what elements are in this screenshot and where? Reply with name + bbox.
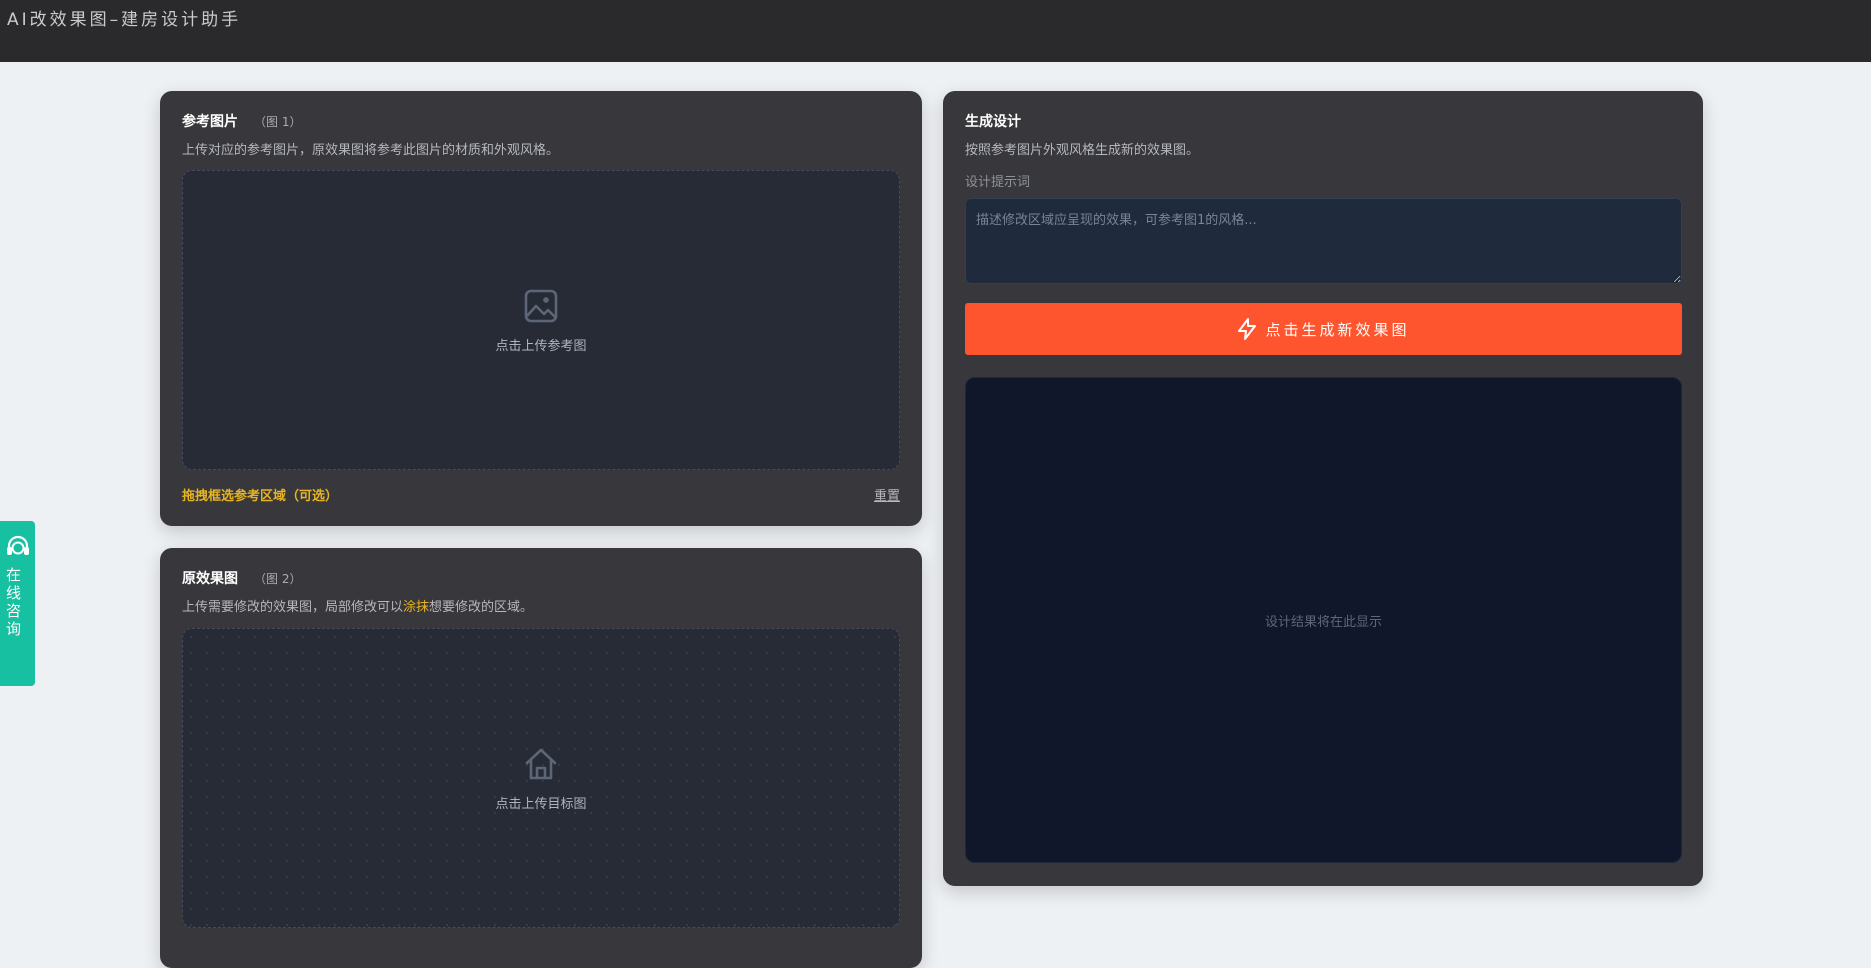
reference-upload-zone[interactable]: 点击上传参考图 (182, 170, 900, 470)
image-icon (524, 289, 558, 322)
generate-button[interactable]: 点击生成新效果图 (965, 303, 1682, 355)
target-upload-zone[interactable]: 点击上传目标图 (182, 628, 900, 928)
generate-card-description: 按照参考图片外观风格生成新的效果图。 (965, 143, 1200, 158)
result-display-area: 设计结果将在此显示 (965, 377, 1682, 863)
drag-select-region-label: 拖拽框选参考区域（可选） (182, 489, 339, 504)
reference-card-tag: （图 1） (254, 115, 302, 129)
reset-link[interactable]: 重置 (874, 485, 900, 504)
desc-highlight: 涂抹 (403, 600, 430, 615)
headset-icon (6, 535, 29, 555)
target-upload-text: 点击上传目标图 (495, 796, 587, 812)
original-card-description: 上传需要修改的效果图，局部修改可以涂抹想要修改的区域。 (182, 596, 533, 615)
original-card-title: 原效果图 (182, 571, 238, 587)
reference-card-title: 参考图片 (182, 114, 238, 130)
desc-part: 想要修改的区域。 (429, 600, 534, 615)
reference-card-description: 上传对应的参考图片，原效果图将参考此图片的材质和外观风格。 (182, 143, 560, 158)
consult-label: 在线咨询 (4, 567, 22, 639)
design-prompt-input[interactable] (965, 198, 1682, 284)
top-bar: AI改效果图–建房设计助手 (0, 0, 1871, 62)
desc-part: 上传需要修改的效果图，局部修改可以 (182, 600, 404, 615)
original-image-card: 原效果图 （图 2） 上传需要修改的效果图，局部修改可以涂抹想要修改的区域。 点… (160, 548, 922, 968)
generate-card-title: 生成设计 (965, 114, 1021, 130)
generate-design-card: 生成设计 按照参考图片外观风格生成新的效果图。 设计提示词 点击生成新效果图 设… (943, 91, 1703, 886)
original-card-tag: （图 2） (254, 572, 302, 586)
online-consult-button[interactable]: 在线咨询 (0, 521, 35, 686)
home-icon (525, 748, 557, 779)
reference-image-card: 参考图片 （图 1） 上传对应的参考图片，原效果图将参考此图片的材质和外观风格。… (160, 91, 922, 526)
generate-button-label: 点击生成新效果图 (1265, 321, 1410, 339)
reference-upload-text: 点击上传参考图 (495, 338, 587, 354)
lightning-icon (1238, 318, 1257, 340)
result-placeholder-text: 设计结果将在此显示 (1264, 614, 1382, 630)
app-title: AI改效果图–建房设计助手 (7, 9, 242, 30)
prompt-label: 设计提示词 (965, 175, 1031, 190)
